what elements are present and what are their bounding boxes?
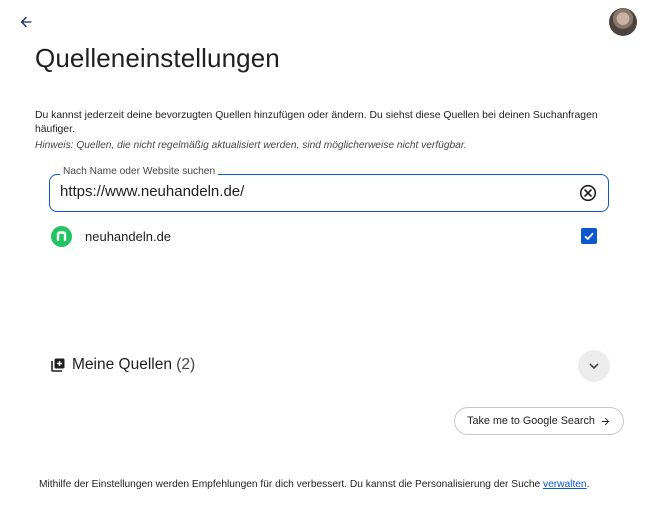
google-search-button[interactable]: Take me to Google Search bbox=[454, 407, 624, 435]
expand-button[interactable] bbox=[578, 350, 610, 382]
library-add-icon bbox=[51, 358, 65, 372]
manage-link[interactable]: verwalten bbox=[543, 479, 587, 490]
hint-text: Hinweis: Quellen, die nicht regelmäßig a… bbox=[35, 140, 467, 151]
back-button[interactable] bbox=[12, 9, 40, 35]
search-label: Nach Name oder Website suchen bbox=[60, 166, 219, 177]
arrow-forward-icon bbox=[601, 417, 610, 425]
footer-suffix: . bbox=[586, 479, 590, 490]
my-sources-label: Meine Quellen (2) bbox=[72, 356, 195, 374]
site-logo bbox=[51, 226, 72, 247]
chevron-down-icon bbox=[589, 363, 599, 370]
clear-circle-icon bbox=[579, 184, 597, 202]
my-sources-title: Meine Quellen bbox=[72, 356, 172, 373]
my-sources-section[interactable]: Meine Quellen (2) bbox=[49, 350, 611, 382]
result-row[interactable]: neuhandeln.de bbox=[49, 224, 609, 250]
footer-text: Mithilfe der Einstellungen werden Empfeh… bbox=[39, 479, 639, 490]
user-avatar[interactable] bbox=[609, 8, 637, 36]
site-name: neuhandeln.de bbox=[85, 229, 172, 244]
footer-message: Mithilfe der Einstellungen werden Empfeh… bbox=[39, 479, 543, 490]
intro-text: Du kannst jederzeit deine bevorzugten Qu… bbox=[35, 110, 598, 135]
clear-search-button[interactable] bbox=[578, 183, 598, 203]
source-checkbox[interactable] bbox=[581, 228, 597, 244]
arrow-back-icon bbox=[20, 16, 32, 28]
my-sources-count: (2) bbox=[176, 356, 196, 373]
search-input[interactable] bbox=[60, 183, 560, 200]
google-search-label: Take me to Google Search bbox=[467, 415, 595, 427]
search-field[interactable]: Nach Name oder Website suchen bbox=[49, 166, 609, 212]
check-icon bbox=[584, 232, 594, 241]
page-title: Quelleneinstellungen bbox=[35, 43, 280, 73]
